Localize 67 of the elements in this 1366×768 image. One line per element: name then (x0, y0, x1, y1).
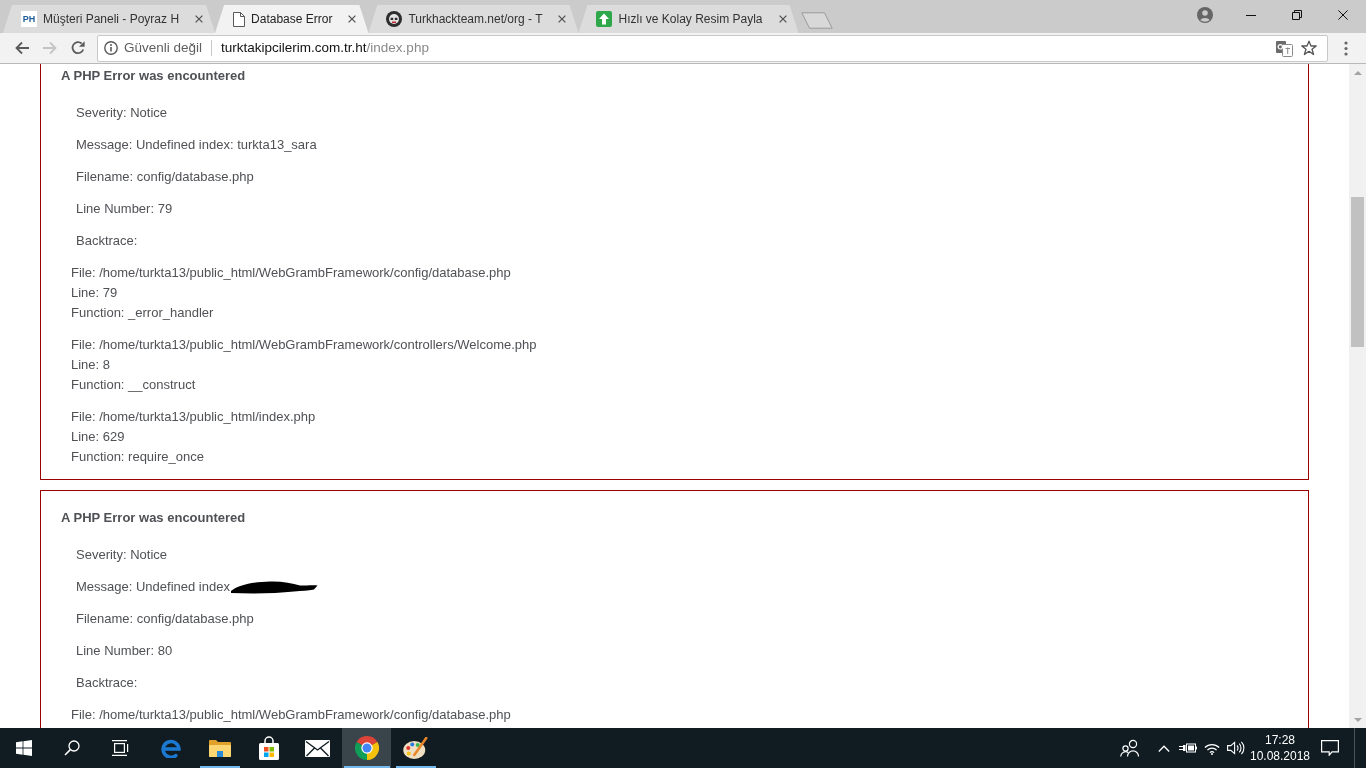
back-icon[interactable] (14, 40, 30, 56)
browser-tab[interactable]: Hızlı ve Kolay Resim Payla (578, 5, 799, 33)
scrollbar[interactable] (1349, 64, 1366, 728)
error-detail: Filename: config/database.php (76, 168, 255, 186)
browser-tab[interactable]: Database Error (215, 5, 369, 33)
battery-charging-icon[interactable] (1179, 743, 1197, 753)
envelope-icon[interactable] (305, 739, 330, 757)
close-icon[interactable] (778, 15, 787, 23)
document-icon (233, 11, 246, 27)
backtrace-line: File: /home/turkta13/public_html/WebGrambFramework/config/database.php (71, 264, 512, 282)
scrollbar-thumb[interactable] (1351, 197, 1364, 347)
task-view-icon[interactable] (111, 740, 129, 756)
error-detail: Backtrace: (76, 232, 139, 250)
round-emblem-icon (386, 11, 403, 27)
reload-icon[interactable] (70, 40, 86, 56)
backtrace-line: Line: 79 (71, 284, 119, 302)
error-heading: A PHP Error was encountered (61, 67, 247, 85)
backtrace-line: File: /home/turkta13/public_html/index.php (71, 408, 317, 426)
menu-icon[interactable] (1344, 40, 1348, 56)
wifi-icon[interactable] (1204, 741, 1220, 755)
address-bar[interactable]: Güvenli değil turktakipcilerim.com.tr.ht/index.php (97, 34, 1328, 62)
browser-logo-icon[interactable] (354, 736, 379, 760)
windows-logo-icon[interactable] (16, 740, 32, 756)
taskbar-app-button[interactable] (342, 728, 391, 768)
close-icon[interactable] (558, 15, 567, 23)
security-label: Güvenli değil (124, 38, 203, 57)
palette-icon[interactable] (403, 737, 428, 759)
notification-icon[interactable] (1321, 740, 1339, 756)
search-icon[interactable] (64, 740, 80, 756)
monogram-favicon: PH (21, 11, 37, 27)
minimize-icon[interactable] (1246, 14, 1256, 16)
error-detail: Filename: config/database.php (76, 610, 255, 628)
backtrace-line: Function: _error_handler (71, 304, 215, 322)
people-icon[interactable] (1120, 739, 1140, 757)
url-domain: turktakipcilerim.com.tr.ht (221, 38, 367, 57)
star-icon[interactable] (1301, 40, 1317, 56)
error-detail: Backtrace: (76, 674, 139, 692)
browser-tab[interactable]: PH Müşteri Paneli - Poyraz H (3, 5, 216, 33)
chevron-up-icon[interactable] (1158, 744, 1170, 752)
url-path: /index.php (366, 38, 429, 57)
error-detail: Message: Undefined index: turkta13_sara (76, 136, 318, 154)
error-detail: Message: Undefined index (76, 578, 230, 596)
error-detail: Line Number: 80 (76, 642, 174, 660)
backtrace-line: Line: 8 (71, 356, 112, 374)
browser-tab[interactable]: Turkhackteam.net/org - T (368, 5, 579, 33)
speaker-icon[interactable] (1227, 741, 1245, 755)
backtrace-line: File: /home/turkta13/public_html/WebGrambFramework/controllers/Welcome.php (71, 336, 538, 354)
shopping-bag-icon[interactable] (258, 736, 279, 760)
error-detail: Severity: Notice (76, 546, 169, 564)
close-icon[interactable] (195, 15, 204, 23)
error-detail: Severity: Notice (76, 104, 169, 122)
folder-icon[interactable] (208, 739, 231, 757)
backtrace-line: Line: 629 (71, 428, 126, 446)
close-icon[interactable] (348, 15, 357, 23)
error-heading: A PHP Error was encountered (61, 509, 247, 527)
restore-icon[interactable] (1292, 10, 1302, 20)
translate-icon[interactable] (1276, 39, 1293, 57)
account-icon[interactable] (1197, 7, 1213, 23)
error-detail: Line Number: 79 (76, 200, 174, 218)
backtrace-line: File: /home/turkta13/public_html/WebGrambFramework/config/database.php (71, 706, 512, 724)
backtrace-line: Function: require_once (71, 448, 205, 466)
letter-e-logo-icon[interactable] (159, 738, 182, 758)
info-icon[interactable] (104, 41, 118, 55)
close-icon[interactable] (1338, 10, 1348, 20)
clock-button[interactable]: 17:28 10.08.2018 (1248, 728, 1312, 768)
backtrace-line: Function: __construct (71, 376, 197, 394)
up-arrow-icon (596, 11, 613, 27)
